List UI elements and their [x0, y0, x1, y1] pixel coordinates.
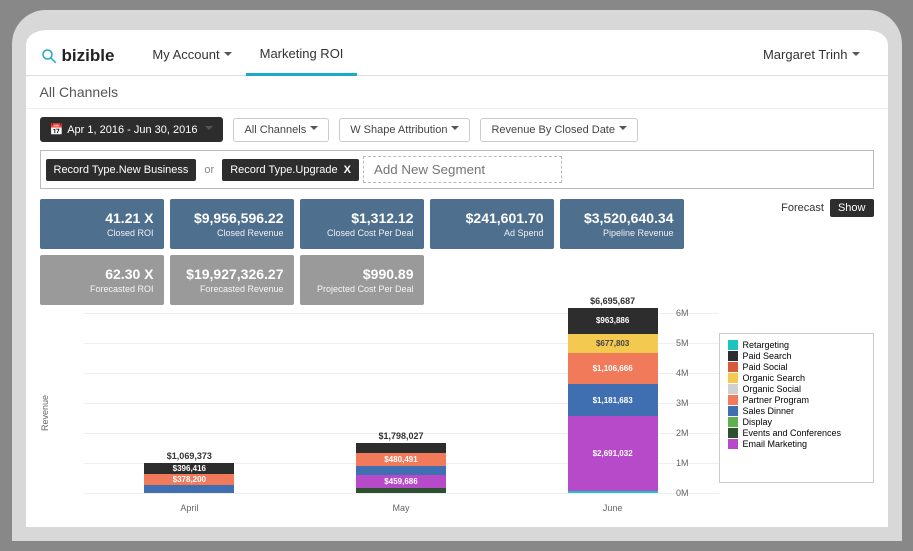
calendar-icon: 📅 [50, 123, 64, 136]
bar-segment [356, 443, 446, 453]
revenue-chart: Revenue 0M1M2M3M4M5M6M $1,069,373$396,41… [60, 313, 719, 513]
segment-or: or [200, 164, 218, 176]
bar-segment: $396,416 [144, 463, 234, 474]
legend-swatch [728, 417, 738, 427]
legend-item: Paid Social [728, 362, 865, 372]
legend-label: Paid Social [743, 362, 788, 372]
legend-item: Email Marketing [728, 439, 865, 449]
legend-item: Retargeting [728, 340, 865, 350]
kpi-closed-revenue: $9,956,596.22Closed Revenue [170, 199, 294, 249]
legend-swatch [728, 439, 738, 449]
bar-segment: $378,200 [144, 474, 234, 484]
legend-swatch [728, 340, 738, 350]
segment-pill-1[interactable]: Record Type.New Business [46, 159, 197, 181]
legend-swatch [728, 373, 738, 383]
bar-total-label: $6,695,687 [590, 296, 635, 306]
magnifier-icon [40, 47, 58, 65]
legend-item: Sales Dinner [728, 406, 865, 416]
legend-item: Organic Social [728, 384, 865, 394]
legend-item: Display [728, 417, 865, 427]
add-segment-input[interactable] [363, 156, 562, 183]
brand-logo: bizible [40, 46, 115, 66]
date-range-picker[interactable]: 📅 Apr 1, 2016 - Jun 30, 2016 [40, 117, 224, 142]
legend-label: Organic Social [743, 384, 802, 394]
bar-total-label: $1,069,373 [167, 451, 212, 461]
kpi-forecasted-revenue: $19,927,326.27Forecasted Revenue [170, 255, 294, 305]
legend-swatch [728, 428, 738, 438]
bar-segment: $480,491 [356, 453, 446, 466]
kpi-row-2: 62.30 XForecasted ROI $19,927,326.27Fore… [26, 255, 888, 313]
legend-swatch [728, 395, 738, 405]
forecast-toggle: Forecast Show [781, 199, 873, 217]
legend-label: Email Marketing [743, 439, 808, 449]
kpi-forecasted-roi: 62.30 XForecasted ROI [40, 255, 164, 305]
x-tick: May [356, 503, 446, 513]
legend-label: Partner Program [743, 395, 810, 405]
legend-swatch [728, 406, 738, 416]
legend-label: Events and Conferences [743, 428, 842, 438]
bar-segment: $2,691,032 [568, 416, 658, 491]
brand-name: bizible [62, 46, 115, 66]
legend-item: Paid Search [728, 351, 865, 361]
bar-segment [568, 491, 658, 493]
nav-my-account[interactable]: My Account [138, 37, 245, 74]
legend-label: Display [743, 417, 773, 427]
attribution-model-select[interactable]: W Shape Attribution [339, 118, 470, 142]
legend-item: Events and Conferences [728, 428, 865, 438]
remove-segment-icon[interactable]: X [344, 164, 351, 176]
kpi-row-1: 41.21 XClosed ROI $9,956,596.22Closed Re… [26, 199, 888, 255]
top-nav: bizible My Account Marketing ROI Margare… [26, 30, 888, 76]
bar-total-label: $1,798,027 [378, 431, 423, 441]
kpi-pipeline-revenue: $3,520,640.34Pipeline Revenue [560, 199, 684, 249]
legend-label: Retargeting [743, 340, 790, 350]
nav-user-menu[interactable]: Margaret Trinh [749, 37, 874, 74]
x-tick: June [568, 503, 658, 513]
metric-select[interactable]: Revenue By Closed Date [480, 118, 638, 142]
bar-segment: $963,886 [568, 308, 658, 335]
kpi-projected-cost: $990.89Projected Cost Per Deal [300, 255, 424, 305]
legend-label: Organic Search [743, 373, 806, 383]
bar-segment: $1,181,683 [568, 384, 658, 417]
legend-label: Paid Search [743, 351, 792, 361]
channel-select[interactable]: All Channels [233, 118, 329, 142]
kpi-ad-spend: $241,601.70Ad Spend [430, 199, 554, 249]
legend-item: Organic Search [728, 373, 865, 383]
chart-legend: RetargetingPaid SearchPaid SocialOrganic… [719, 333, 874, 483]
legend-item: Partner Program [728, 395, 865, 405]
legend-label: Sales Dinner [743, 406, 795, 416]
forecast-show-button[interactable]: Show [830, 199, 874, 217]
legend-swatch [728, 384, 738, 394]
breadcrumb: All Channels [26, 76, 888, 109]
kpi-closed-roi: 41.21 XClosed ROI [40, 199, 164, 249]
bar-segment [356, 488, 446, 493]
bar-segment: $459,686 [356, 475, 446, 488]
bar-segment [356, 466, 446, 475]
bar-segment: $1,106,666 [568, 353, 658, 384]
legend-swatch [728, 351, 738, 361]
nav-marketing-roi[interactable]: Marketing ROI [246, 36, 358, 76]
bar-segment [144, 485, 234, 493]
segment-builder: Record Type.New Business or Record Type.… [40, 150, 874, 189]
y-axis-label: Revenue [40, 395, 50, 431]
x-tick: April [144, 503, 234, 513]
filter-bar: 📅 Apr 1, 2016 - Jun 30, 2016 All Channel… [26, 109, 888, 150]
segment-pill-2[interactable]: Record Type.UpgradeX [222, 159, 359, 181]
bar-segment: $677,803 [568, 334, 658, 353]
legend-swatch [728, 362, 738, 372]
kpi-cost-per-deal: $1,312.12Closed Cost Per Deal [300, 199, 424, 249]
